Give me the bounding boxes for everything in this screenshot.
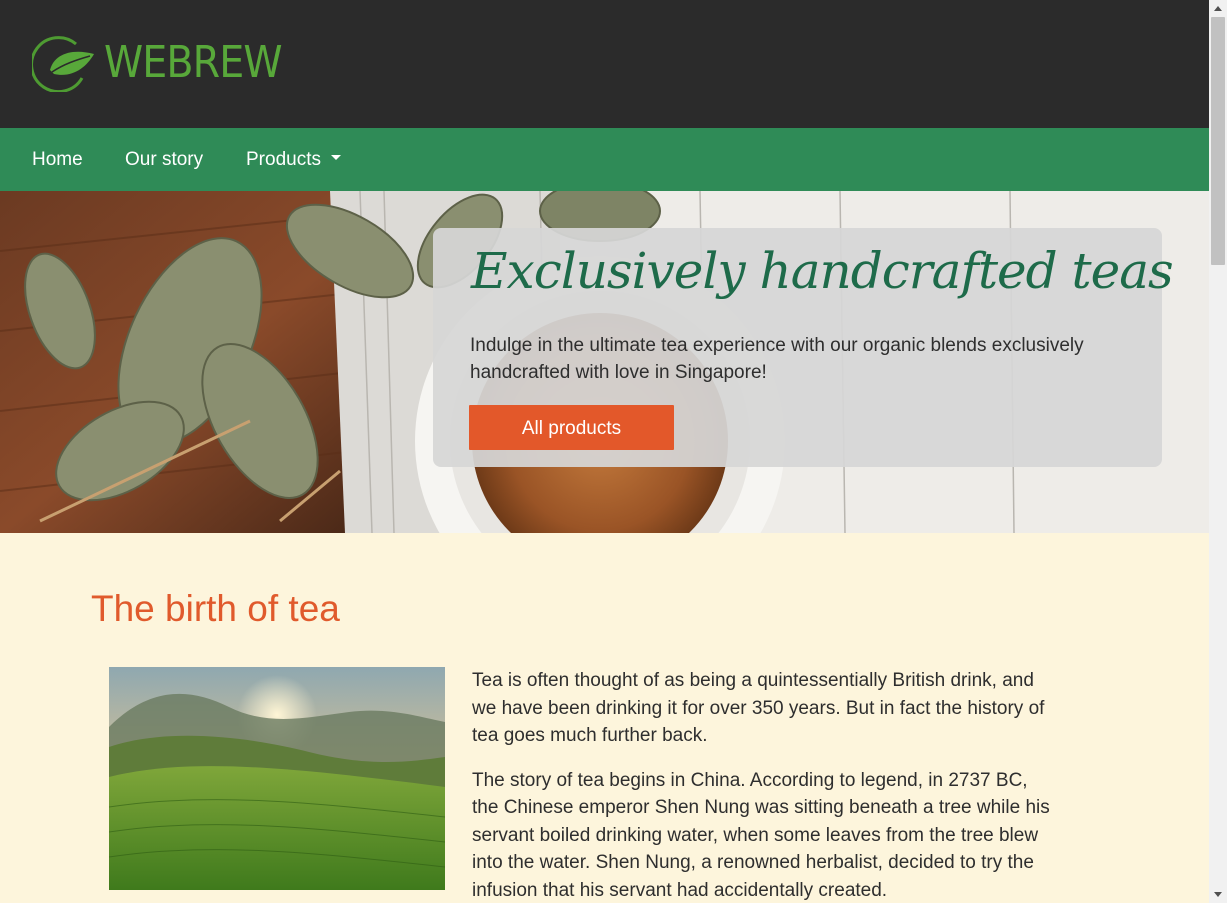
logo[interactable]: WEBREW <box>32 34 301 92</box>
nav-item-our-story[interactable]: Our story <box>125 128 203 191</box>
nav-item-products[interactable]: Products <box>246 128 341 191</box>
brand-name: WEBREW <box>104 37 283 88</box>
section-text: Tea is often thought of as being a quint… <box>472 667 1057 903</box>
main-nav: Home Our story Products <box>0 128 1209 191</box>
hero-card: Exclusively handcrafted teas Indulge in … <box>433 228 1174 467</box>
scroll-thumb[interactable] <box>1211 17 1225 265</box>
section-title: The birth of tea <box>91 588 340 629</box>
all-products-button[interactable]: All products <box>469 405 674 450</box>
site-header: WEBREW <box>0 0 1209 128</box>
nav-item-products-label: Products <box>246 149 321 170</box>
hero-text: Indulge in the ultimate tea experience w… <box>470 335 1084 383</box>
scroll-up-button[interactable] <box>1209 0 1227 17</box>
hero-banner: Exclusively handcrafted teas Indulge in … <box>0 191 1209 533</box>
caret-down-icon <box>330 155 341 161</box>
arrow-down-icon <box>1214 892 1222 897</box>
page: WEBREW Home Our story Products Exclusive… <box>0 0 1209 903</box>
arrow-up-icon <box>1214 6 1222 11</box>
hero-title: Exclusively handcrafted teas <box>471 242 1174 300</box>
scroll-down-button[interactable] <box>1209 886 1227 903</box>
birth-of-tea-section: The birth of tea Tea is often thought of… <box>0 533 1209 903</box>
nav-item-home[interactable]: Home <box>32 128 83 191</box>
paragraph-1: Tea is often thought of as being a quint… <box>472 670 1045 746</box>
tea-plantation-image <box>109 667 445 890</box>
vertical-scrollbar[interactable] <box>1209 0 1227 903</box>
paragraph-2: The story of tea begins in China. Accord… <box>472 769 1050 901</box>
leaf-circle-icon <box>32 36 94 92</box>
